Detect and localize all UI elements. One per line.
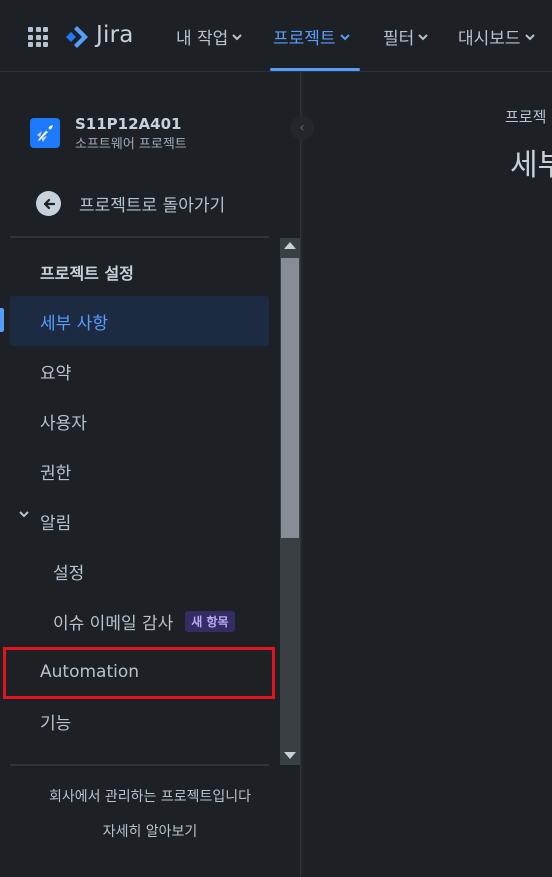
nav-filters-label: 필터 xyxy=(383,29,415,49)
scrollbar-thumb[interactable] xyxy=(281,258,299,538)
sidebar-item-notifications[interactable]: 알림 xyxy=(10,496,269,546)
chevron-down-icon xyxy=(232,33,243,40)
scroll-up-icon[interactable] xyxy=(284,242,296,249)
nav-dashboards-label: 대시보드 xyxy=(458,29,521,49)
project-key: S11P12A401 xyxy=(75,115,182,133)
chevron-left-icon: ‹ xyxy=(299,120,305,136)
app-name[interactable]: Jira xyxy=(96,22,134,48)
page-title: 세부 xyxy=(510,148,552,183)
chevron-down-icon xyxy=(524,33,535,40)
nav-my-work[interactable]: 내 작업 xyxy=(176,24,243,49)
sidebar-item-permissions[interactable]: 권한 xyxy=(10,446,269,496)
menu-divider-bottom xyxy=(10,764,269,766)
sidebar-item-label: 설정 xyxy=(53,563,85,584)
arrow-left-circle-icon xyxy=(36,191,61,216)
nav-projects[interactable]: 프로젝트 xyxy=(273,24,351,49)
sidebar-resize-handle[interactable] xyxy=(300,72,303,877)
back-to-project-link[interactable]: 프로젝트로 돌아가기 xyxy=(36,191,225,216)
selected-indicator xyxy=(0,308,4,332)
nav-dashboards[interactable]: 대시보드 xyxy=(458,24,536,49)
sidebar-item-label: 알림 xyxy=(40,513,72,534)
top-navigation: Jira 내 작업 프로젝트 필터 대시보드 xyxy=(0,0,552,72)
scroll-down-icon[interactable] xyxy=(284,752,296,759)
highlight-box xyxy=(3,647,275,699)
sidebar-item-label: 요약 xyxy=(40,363,72,384)
sidebar-item-issue-email-audit[interactable]: 이슈 이메일 감사 새 항목 xyxy=(10,596,269,646)
nav-my-work-label: 내 작업 xyxy=(176,29,229,49)
project-avatar[interactable] xyxy=(30,118,60,148)
settings-menu: 프로젝트 설정 세부 사항 요약 사용자 권한 알림 설정 이슈 이메일 감사 … xyxy=(0,238,300,765)
apps-grid-icon[interactable] xyxy=(28,27,48,47)
chevron-down-icon[interactable] xyxy=(18,508,30,520)
nav-filters[interactable]: 필터 xyxy=(383,24,429,49)
sidebar-item-label: 기능 xyxy=(40,713,72,734)
new-badge: 새 항목 xyxy=(185,610,235,632)
project-type: 소프트웨어 프로젝트 xyxy=(75,137,187,152)
chevron-down-icon xyxy=(418,33,428,40)
rocket-icon xyxy=(30,118,60,148)
sidebar-item-notification-settings[interactable]: 설정 xyxy=(10,546,269,596)
chevron-down-icon xyxy=(339,33,350,40)
sidebar-item-details[interactable]: 세부 사항 xyxy=(0,296,269,346)
sidebar-item-label: 세부 사항 xyxy=(40,313,108,334)
sidebar-item-people[interactable]: 사용자 xyxy=(10,396,269,446)
settings-section-title: 프로젝트 설정 xyxy=(40,264,134,283)
sidebar-item-label: 이슈 이메일 감사 xyxy=(53,613,174,634)
active-nav-indicator xyxy=(270,68,360,71)
back-link-label: 프로젝트로 돌아가기 xyxy=(79,196,226,216)
managed-project-note: 회사에서 관리하는 프로젝트입니다 xyxy=(48,789,252,805)
sidebar-item-label: 권한 xyxy=(40,463,72,484)
sidebar-collapse-button[interactable]: ‹ xyxy=(290,116,314,140)
jira-logo-icon[interactable] xyxy=(64,24,90,50)
breadcrumb[interactable]: 프로젝 xyxy=(505,106,546,127)
nav-projects-label: 프로젝트 xyxy=(273,29,336,49)
sidebar-item-label: 사용자 xyxy=(40,413,87,434)
learn-more-link[interactable]: 자세히 알아보기 xyxy=(0,821,300,841)
sidebar-item-features[interactable]: 기능 xyxy=(10,696,269,746)
sidebar-item-summary[interactable]: 요약 xyxy=(10,346,269,396)
